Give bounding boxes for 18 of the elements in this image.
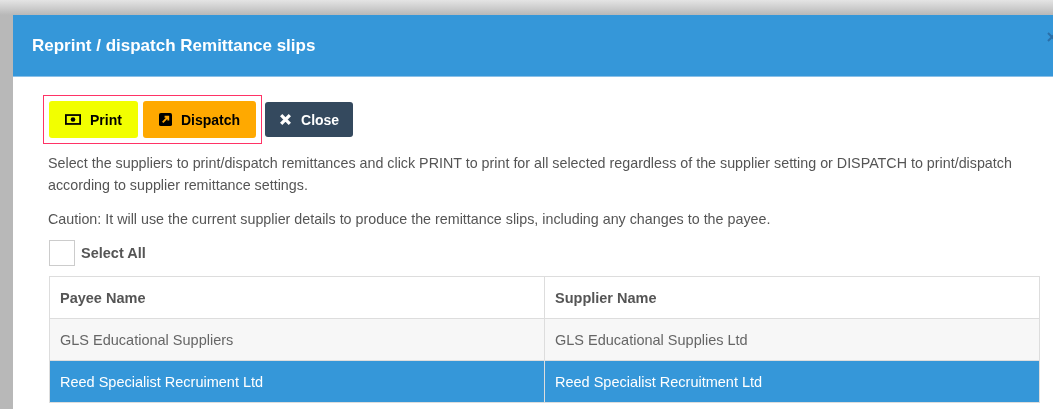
banknote-icon — [65, 113, 81, 126]
table-cell: GLS Educational Suppliers — [49, 318, 545, 361]
close-button[interactable]: Close — [265, 102, 354, 137]
close-icon — [279, 113, 292, 126]
checkbox-label[interactable]: Select All — [81, 245, 146, 261]
table-cell: Reed Specialist Recruiment Ltd — [49, 360, 545, 403]
table-row[interactable]: GLS Educational Suppliers GLS Educational Supplies Ltd — [49, 318, 1040, 361]
column-header: Payee Name — [49, 276, 545, 319]
instructions-text: Select the suppliers to print/dispatch remittances and click PRINT to print for all selected regardless of the supplier setting or DISPATCH to print/dispatch according to supplier remittance settings. — [48, 154, 1013, 195]
print-button[interactable]: Print — [49, 101, 138, 138]
table-cell: GLS Educational Supplies Ltd — [544, 318, 1040, 361]
column-header: Supplier Name — [544, 276, 1040, 319]
dialog-title: Reprint / dispatch Remittance slips — [31, 35, 316, 56]
external-link-icon — [158, 113, 172, 126]
checkbox[interactable] — [49, 240, 75, 266]
dispatch-button[interactable]: Dispatch — [142, 101, 256, 138]
caution-text: Caution: It will use the current supplier details to produce the remittance slips, including any changes to the payee. — [48, 210, 772, 229]
table-cell: Reed Specialist Recruitment Ltd — [544, 360, 1040, 403]
